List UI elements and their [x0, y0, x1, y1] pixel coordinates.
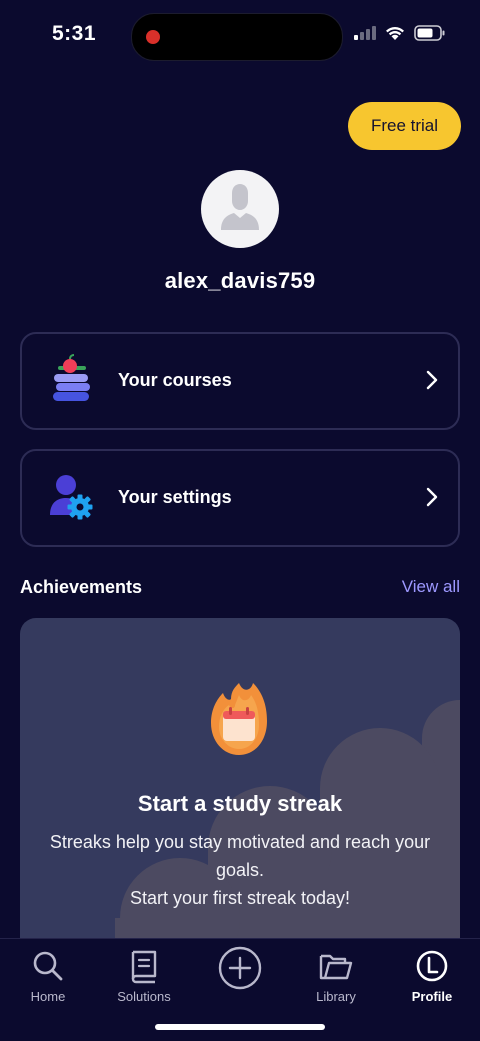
tab-library[interactable]: Library [288, 947, 384, 1004]
streak-card-title: Start a study streak [137, 791, 343, 816]
tab-home-label: Home [30, 989, 66, 1004]
dynamic-island [131, 13, 343, 61]
your-courses-label: Your courses [118, 370, 232, 390]
tab-home[interactable]: Home [0, 947, 96, 1004]
status-icons [354, 25, 446, 41]
username: alex_davis759 [164, 268, 316, 293]
streak-card-description: Streaks help you stay motivated and reac… [40, 828, 440, 912]
wifi-icon [386, 26, 404, 40]
status-bar: 5:31 [0, 0, 480, 72]
battery-icon [414, 25, 445, 41]
profile-icon [416, 950, 448, 982]
add-icon [218, 946, 262, 990]
default-user-icon [221, 184, 259, 230]
your-settings-label: Your settings [118, 487, 232, 507]
streak-desc-line-2: Start your first streak today! [129, 888, 351, 908]
cellular-signal-icon [354, 26, 376, 40]
home-indicator[interactable] [155, 1024, 325, 1030]
folder-icon [319, 954, 353, 980]
your-courses-card[interactable]: Your courses [20, 332, 460, 430]
tab-profile[interactable]: Profile [384, 947, 480, 1004]
streak-desc-line-1: Streaks help you stay motivated and reac… [49, 832, 431, 880]
streak-fire-calendar-icon [211, 683, 267, 755]
tab-add[interactable] [192, 945, 288, 991]
achievements-heading: Achievements [20, 577, 143, 597]
courses-books-icon [53, 354, 90, 401]
chevron-right-icon [426, 487, 438, 507]
tab-profile-label: Profile [411, 989, 453, 1004]
tab-solutions-label: Solutions [117, 989, 171, 1004]
your-settings-card[interactable]: Your settings [20, 449, 460, 547]
view-all-link[interactable]: View all [402, 577, 460, 597]
tab-library-label: Library [316, 989, 356, 1004]
free-trial-button[interactable]: Free trial [348, 102, 461, 150]
recording-dot-icon [146, 30, 160, 44]
tab-solutions[interactable]: Solutions [96, 947, 192, 1004]
search-icon [33, 951, 63, 981]
avatar[interactable] [201, 170, 279, 248]
book-icon [131, 950, 157, 984]
user-settings-icon [50, 475, 93, 520]
status-time: 5:31 [52, 22, 97, 45]
study-streak-card[interactable]: Start a study streak Streaks help you st… [20, 618, 460, 958]
chevron-right-icon [426, 370, 438, 390]
